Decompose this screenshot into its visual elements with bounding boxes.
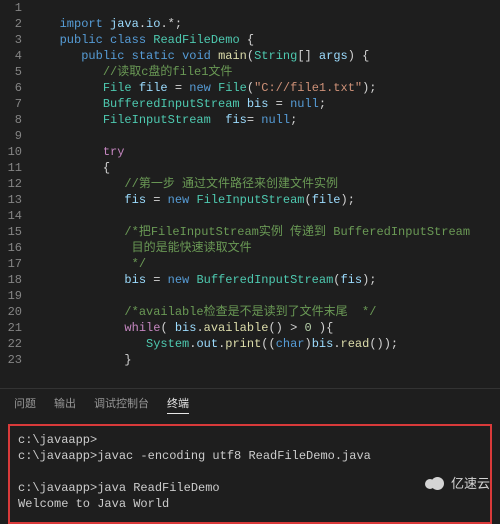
line-number-gutter: 1234567891011121314151617181920212223 [0,0,30,388]
code-line[interactable]: public class ReadFileDemo { [38,32,500,48]
terminal-output[interactable]: c:\javaapp> c:\javaapp>javac -encoding u… [8,424,492,524]
code-line[interactable]: public static void main(String[] args) { [38,48,500,64]
line-number: 12 [0,176,22,192]
code-line[interactable]: //读取c盘的file1文件 [38,64,500,80]
code-line[interactable]: } [38,352,500,368]
code-line[interactable]: 目的是能快速读取文件 [38,240,500,256]
watermark: 亿速云 [425,473,490,492]
code-editor[interactable]: 1234567891011121314151617181920212223 im… [0,0,500,388]
line-number: 7 [0,96,22,112]
line-number: 3 [0,32,22,48]
line-number: 19 [0,288,22,304]
line-number: 4 [0,48,22,64]
line-number: 14 [0,208,22,224]
line-number: 15 [0,224,22,240]
code-line[interactable]: fis = new FileInputStream(file); [38,192,500,208]
code-line[interactable] [38,288,500,304]
line-number: 2 [0,16,22,32]
code-line[interactable]: FileInputStream fis= null; [38,112,500,128]
line-number: 23 [0,352,22,368]
code-line[interactable] [38,0,500,16]
line-number: 5 [0,64,22,80]
code-line[interactable]: /*available检查是不是读到了文件末尾 */ [38,304,500,320]
tab-debug-console[interactable]: 调试控制台 [94,395,149,414]
tab-problems[interactable]: 问题 [14,395,36,414]
line-number: 9 [0,128,22,144]
code-line[interactable] [38,128,500,144]
line-number: 21 [0,320,22,336]
code-line[interactable]: BufferedInputStream bis = null; [38,96,500,112]
code-line[interactable]: /*把FileInputStream实例 传递到 BufferedInputSt… [38,224,500,240]
line-number: 18 [0,272,22,288]
code-line[interactable]: import java.io.*; [38,16,500,32]
code-line[interactable]: System.out.print((char)bis.read()); [38,336,500,352]
code-content[interactable]: import java.io.*; public class ReadFileD… [30,0,500,388]
line-number: 11 [0,160,22,176]
line-number: 6 [0,80,22,96]
line-number: 10 [0,144,22,160]
code-line[interactable]: File file = new File("C://file1.txt"); [38,80,500,96]
line-number: 1 [0,0,22,16]
tab-terminal[interactable]: 终端 [167,395,189,414]
code-line[interactable]: try [38,144,500,160]
line-number: 22 [0,336,22,352]
line-number: 8 [0,112,22,128]
line-number: 17 [0,256,22,272]
code-line[interactable]: while( bis.available() > 0 ){ [38,320,500,336]
line-number: 13 [0,192,22,208]
panel-tabs: 问题 输出 调试控制台 终端 [0,388,500,418]
code-line[interactable] [38,208,500,224]
line-number: 20 [0,304,22,320]
code-line[interactable]: { [38,160,500,176]
code-line[interactable]: bis = new BufferedInputStream(fis); [38,272,500,288]
cloud-icon [425,476,445,490]
code-line[interactable]: //第一步 通过文件路径来创建文件实例 [38,176,500,192]
tab-output[interactable]: 输出 [54,395,76,414]
line-number: 16 [0,240,22,256]
watermark-text: 亿速云 [451,473,490,492]
code-line[interactable]: */ [38,256,500,272]
